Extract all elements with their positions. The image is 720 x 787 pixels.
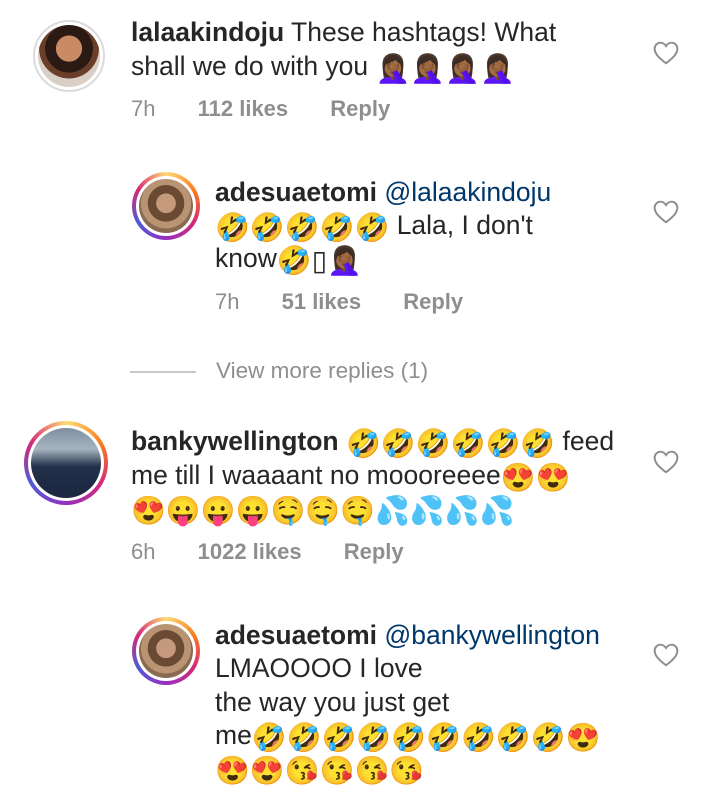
comment-emojis: 😍😛😛😛🤤🤤🤤💦💦💦💦 xyxy=(131,495,515,526)
view-more-label: View more replies (1) xyxy=(216,358,429,383)
avatar[interactable] xyxy=(132,172,200,240)
avatar[interactable] xyxy=(132,617,200,685)
comment-text: the way you just get xyxy=(215,687,450,717)
comment-time: 7h xyxy=(131,96,156,121)
comment-text: LMAOOOO I love xyxy=(215,653,423,683)
heart-icon[interactable] xyxy=(653,200,679,224)
reply-button[interactable]: Reply xyxy=(344,539,404,565)
comment-emojis: 🤣🤣🤣🤣🤣 xyxy=(215,212,390,243)
comment-emojis: 🤦🏾‍♀️🤦🏾‍♀️🤦🏾‍♀️🤦🏾‍♀️ xyxy=(375,53,515,84)
comment-emojis: 🤣🤣🤣🤣🤣🤣 xyxy=(345,428,556,459)
comment-username[interactable]: bankywellington xyxy=(131,426,339,456)
comment-text: know xyxy=(215,243,277,273)
comment-time: 6h xyxy=(131,539,156,564)
comment-text: Lala, I don't xyxy=(389,210,533,240)
comment-text: These hashtags! What xyxy=(284,17,557,47)
comment-likes[interactable]: 1022 likes xyxy=(198,539,302,565)
heart-icon[interactable] xyxy=(653,41,679,65)
comment-time: 7h xyxy=(215,289,240,314)
comment-text: me xyxy=(215,720,252,750)
comment-emojis: 😍😍😘😘😘😘 xyxy=(215,755,425,786)
comment-text: me till I waaaant no moooreeee xyxy=(131,460,501,490)
heart-icon[interactable] xyxy=(653,643,679,667)
heart-icon[interactable] xyxy=(653,450,679,474)
divider xyxy=(130,371,196,373)
comment-emojis: 😍😍 xyxy=(500,462,571,493)
avatar[interactable] xyxy=(24,421,108,505)
mention-link[interactable]: @bankywellington xyxy=(384,620,599,650)
comment-username[interactable]: adesuaetomi xyxy=(215,177,377,207)
comment-text: feed xyxy=(555,426,615,456)
comment-username[interactable]: lalaakindoju xyxy=(131,17,284,47)
comment-text: shall we do with you xyxy=(131,51,376,81)
comment-emojis: 🤣▯🤦🏾‍♀️ xyxy=(276,245,363,276)
mention-link[interactable]: @lalaakindoju xyxy=(384,177,551,207)
view-more-replies-button[interactable]: View more replies (1) xyxy=(130,358,428,384)
comment-likes[interactable]: 51 likes xyxy=(282,289,362,315)
reply-button[interactable]: Reply xyxy=(403,289,463,315)
comment-username[interactable]: adesuaetomi xyxy=(215,620,377,650)
comment-likes[interactable]: 112 likes xyxy=(198,96,289,122)
avatar[interactable] xyxy=(33,20,105,92)
reply-button[interactable]: Reply xyxy=(330,96,390,122)
comment-emojis: 🤣🤣🤣🤣🤣🤣🤣🤣🤣😍 xyxy=(251,722,601,753)
